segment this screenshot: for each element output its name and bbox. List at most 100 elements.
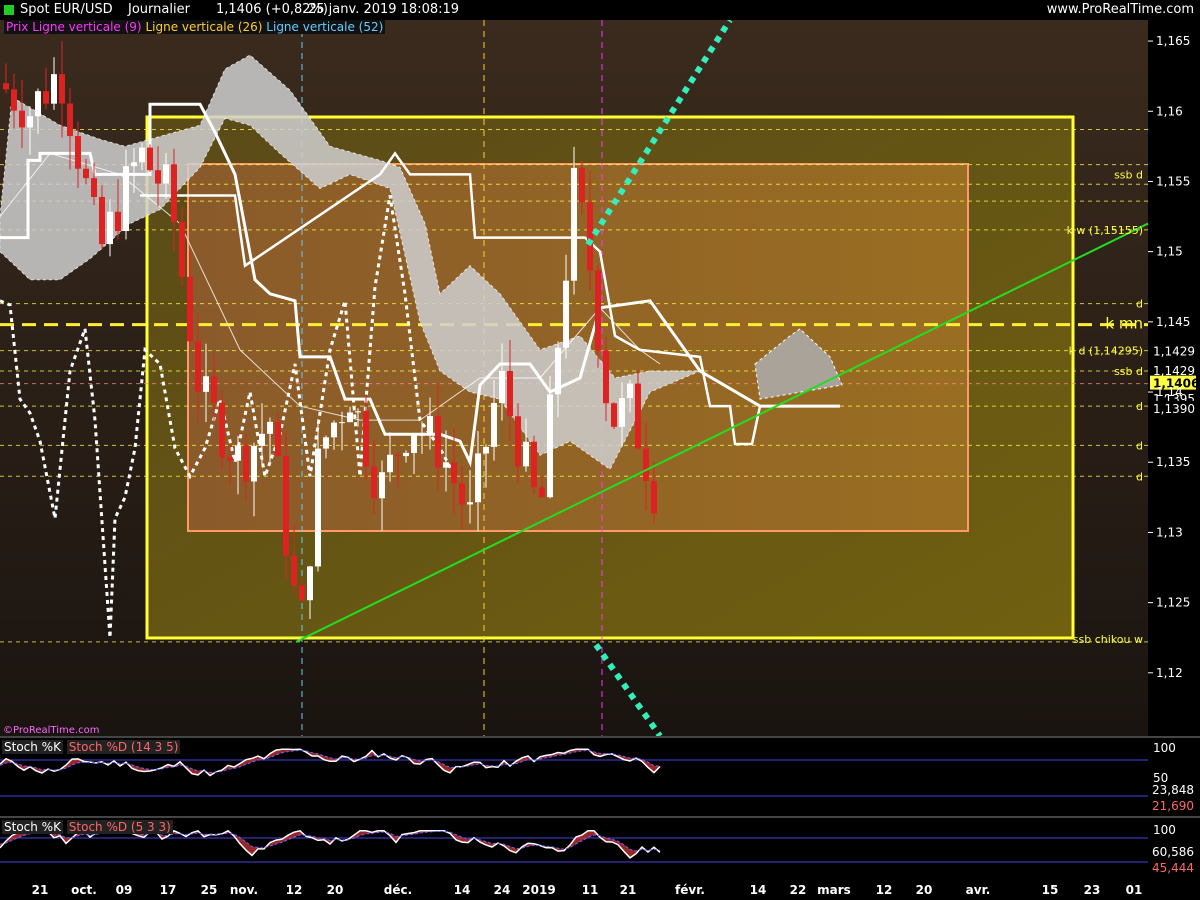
stoch-axis-label: 100 bbox=[1153, 823, 1176, 837]
level-label: d bbox=[1136, 439, 1143, 452]
time-axis-bg bbox=[0, 878, 1200, 900]
candle-body bbox=[115, 211, 121, 232]
candle-body bbox=[363, 411, 369, 467]
x-tick-label: oct. bbox=[71, 883, 97, 897]
candle-body bbox=[195, 341, 201, 392]
datetime: 25 janv. 2019 18:08:19 bbox=[308, 2, 460, 17]
candle-body bbox=[515, 416, 521, 467]
candle-body bbox=[627, 383, 633, 399]
y-tick-label: 1,16 bbox=[1156, 104, 1183, 118]
candle-body bbox=[259, 433, 265, 446]
candle-body bbox=[339, 422, 345, 424]
panel-divider[interactable] bbox=[0, 816, 1200, 818]
candle-body bbox=[411, 434, 417, 453]
candle-body bbox=[507, 370, 513, 417]
candle-body bbox=[187, 276, 193, 342]
y-tick-label: 1,13 bbox=[1156, 525, 1183, 539]
candle-body bbox=[371, 466, 377, 499]
candle-body bbox=[235, 445, 241, 461]
candle-body bbox=[315, 448, 321, 567]
candle-body bbox=[643, 448, 649, 481]
legend-v52[interactable]: Ligne verticale (52) bbox=[266, 20, 383, 34]
candle-body bbox=[483, 446, 489, 454]
candle-body bbox=[307, 566, 313, 601]
timeframe[interactable]: Journalier bbox=[128, 2, 190, 17]
candle-body bbox=[123, 166, 129, 232]
candle-body bbox=[323, 437, 329, 449]
candle-body bbox=[587, 202, 593, 271]
x-tick-label: 12 bbox=[286, 883, 303, 897]
chart-window: ssb d k w (1,15155) d k mn k d (1,14295) 1,14… bbox=[0, 0, 1200, 900]
level-label: d bbox=[1136, 400, 1143, 413]
candle-body bbox=[547, 394, 553, 498]
x-tick-label: 15 bbox=[1042, 883, 1059, 897]
candle-body bbox=[523, 441, 529, 467]
candle-body bbox=[91, 178, 97, 197]
level-label: k w (1,15155) bbox=[1067, 224, 1143, 237]
stoch-k-value: 60,586 bbox=[1152, 845, 1194, 859]
stoch2-d-label[interactable]: Stoch %D (5 3 3) bbox=[66, 820, 173, 834]
candle-body bbox=[251, 445, 257, 482]
candle-body bbox=[163, 164, 169, 184]
y-tick-label: 1,15 bbox=[1156, 245, 1183, 259]
stoch-k-value: 23,848 bbox=[1152, 783, 1194, 797]
candle-body bbox=[203, 376, 209, 392]
candle-body bbox=[51, 74, 57, 104]
brand-link[interactable]: www.ProRealTime.com bbox=[1047, 2, 1194, 17]
candle-body bbox=[403, 452, 409, 457]
instrument-name: Spot EUR/USD bbox=[20, 2, 113, 17]
candle-body bbox=[227, 457, 233, 461]
stoch1-k-label[interactable]: Stoch %K bbox=[2, 740, 63, 754]
candle-body bbox=[275, 421, 281, 456]
candle-body bbox=[619, 398, 625, 427]
status-dot-icon bbox=[4, 5, 14, 15]
candle-body bbox=[67, 103, 73, 137]
stoch-axis-label: 100 bbox=[1153, 741, 1176, 755]
candle-body bbox=[59, 74, 65, 104]
candle-body bbox=[579, 167, 585, 203]
y-tick-label: 1,145 bbox=[1156, 315, 1190, 329]
candle-body bbox=[467, 502, 473, 505]
level-label: d bbox=[1136, 470, 1143, 483]
x-tick-label: 21 bbox=[620, 883, 637, 897]
level-label: ssb chikou w bbox=[1073, 633, 1143, 646]
x-tick-label: 14 bbox=[454, 883, 471, 897]
candle-body bbox=[563, 280, 569, 348]
candle-body bbox=[435, 416, 441, 468]
x-tick-label: 21 bbox=[32, 883, 49, 897]
x-tick-label: 25 bbox=[201, 883, 218, 897]
x-tick-label: 09 bbox=[116, 883, 133, 897]
candle-body bbox=[651, 480, 657, 514]
legend-v26[interactable]: Ligne verticale (26) bbox=[145, 20, 262, 34]
level-label: d bbox=[1136, 298, 1143, 311]
candle-body bbox=[107, 211, 113, 245]
panel-divider[interactable] bbox=[0, 736, 1200, 738]
candle-body bbox=[3, 83, 9, 90]
candle-body bbox=[75, 136, 81, 169]
candle-body bbox=[635, 383, 641, 449]
stoch-d-value: 45,444 bbox=[1152, 861, 1194, 875]
candle-body bbox=[19, 110, 25, 128]
candle-body bbox=[427, 416, 433, 435]
legend-price[interactable]: Prix bbox=[6, 20, 28, 34]
stoch2-k-label[interactable]: Stoch %K bbox=[2, 820, 63, 834]
candle-body bbox=[499, 370, 505, 403]
chart-canvas[interactable]: ssb d k w (1,15155) d k mn k d (1,14295) 1,14… bbox=[0, 0, 1200, 900]
legend-v9[interactable]: Ligne verticale (9) bbox=[32, 20, 141, 34]
y-tick-label: 1,135 bbox=[1156, 455, 1190, 469]
x-tick-label: 11 bbox=[582, 883, 599, 897]
candle-body bbox=[27, 116, 33, 128]
candle-body bbox=[147, 147, 153, 171]
x-tick-label: 12 bbox=[876, 883, 893, 897]
level-label: ssb d bbox=[1114, 168, 1143, 181]
x-tick-label: 01 bbox=[1126, 883, 1143, 897]
y-tick-label: 1,165 bbox=[1156, 34, 1190, 48]
candle-body bbox=[347, 412, 353, 423]
candle-body bbox=[595, 270, 601, 351]
candle-body bbox=[99, 196, 105, 245]
candle-body bbox=[171, 164, 177, 222]
level-label: ssb d bbox=[1114, 365, 1143, 378]
stoch1-d-label[interactable]: Stoch %D (14 3 5) bbox=[66, 740, 181, 754]
candle-body bbox=[475, 453, 481, 503]
x-tick-label: nov. bbox=[230, 883, 258, 897]
